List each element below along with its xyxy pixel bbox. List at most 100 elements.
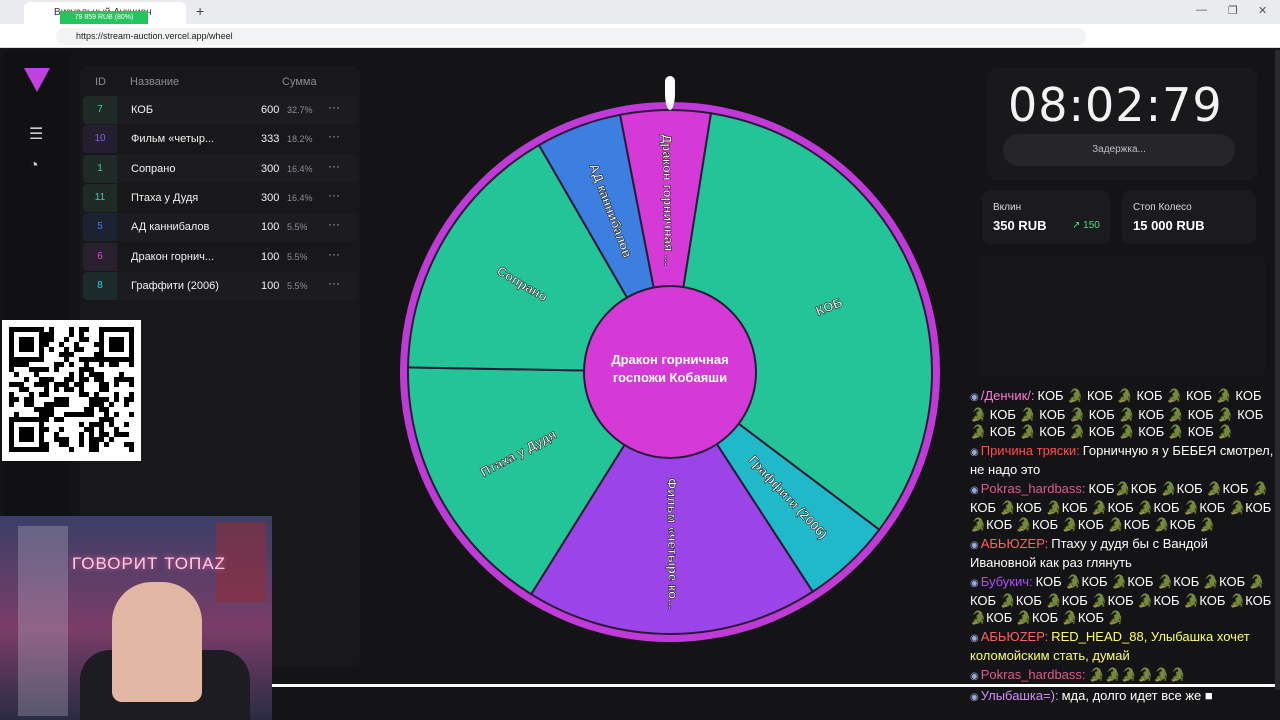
lot-row[interactable]: 8 Граффити (2006) 100 5.5% ··· (83, 271, 359, 300)
qr-module (54, 367, 59, 372)
qr-module (79, 392, 84, 397)
invested-label: Вклин (993, 202, 1022, 213)
lot-percent: 5.5% (287, 251, 308, 262)
minimize-icon[interactable]: — (1196, 4, 1207, 16)
qr-module (89, 442, 94, 447)
qr-module (49, 327, 54, 332)
qr-module (79, 377, 84, 382)
close-window-icon[interactable]: ✕ (1258, 4, 1267, 17)
qr-module (49, 332, 54, 337)
qr-module (29, 337, 34, 342)
qr-module (79, 357, 84, 362)
qr-module (94, 447, 99, 452)
lot-amount: 100 (261, 279, 280, 292)
page-scrollbar[interactable] (1275, 50, 1280, 690)
qr-module (29, 402, 34, 407)
prize-wheel[interactable]: Дракон горничная ...КОБГраффити (2006)Фи… (396, 98, 944, 646)
qr-module (99, 337, 104, 342)
qr-module (9, 392, 14, 397)
new-tab-button[interactable]: + (196, 3, 204, 19)
chat-badge-icon: ◉ (970, 692, 979, 703)
lot-row[interactable]: 11 Птаха у Дудя 300 16.4% ··· (83, 183, 359, 212)
more-options-icon[interactable]: ··· (328, 247, 340, 261)
lot-id: 1 (83, 154, 117, 183)
qr-module (9, 362, 14, 367)
stop-wheel-label: Стоп Колесо (1133, 202, 1192, 213)
qr-module (129, 327, 134, 332)
qr-module (79, 367, 84, 372)
qr-module (29, 327, 34, 332)
qr-module (129, 362, 134, 367)
lot-row[interactable]: 1 Сопрано 300 16.4% ··· (83, 154, 359, 183)
qr-module (99, 402, 104, 407)
more-options-icon[interactable]: ··· (328, 100, 340, 114)
more-options-icon[interactable]: ··· (328, 159, 340, 173)
more-options-icon[interactable]: ··· (328, 188, 340, 202)
qr-module (124, 402, 129, 407)
chat-message: ◉/Денчик/: КОБ 🐊 КОБ 🐊 КОБ 🐊 КОБ 🐊 КОБ 🐊 … (968, 386, 1280, 441)
lot-id: 10 (83, 125, 117, 154)
qr-module (89, 372, 94, 377)
qr-module (29, 447, 34, 452)
chat-username: АБЬЮZЕР: (980, 536, 1049, 551)
qr-module (99, 372, 104, 377)
qr-module (14, 382, 19, 387)
qr-module (44, 342, 49, 347)
qr-module (49, 347, 54, 352)
qr-module (49, 407, 54, 412)
qr-module (29, 432, 34, 437)
chat-badge-icon: ◉ (970, 485, 979, 496)
qr-module (89, 402, 94, 407)
maximize-icon[interactable]: ❐ (1228, 4, 1238, 17)
qr-module (104, 417, 109, 422)
more-options-icon[interactable]: ··· (328, 217, 340, 231)
qr-module (79, 337, 84, 342)
qr-module (9, 442, 14, 447)
qr-module (99, 332, 104, 337)
lot-amount: 333 (261, 133, 280, 146)
qr-module (79, 442, 84, 447)
qr-module (39, 447, 44, 452)
qr-module (74, 382, 79, 387)
qr-module (9, 447, 14, 452)
more-options-icon[interactable]: ··· (328, 129, 340, 143)
qr-module (99, 347, 104, 352)
qr-module (34, 372, 39, 377)
timer-display: 08:02:79 (1008, 78, 1223, 132)
qr-module (9, 382, 14, 387)
qr-module (24, 397, 29, 402)
qr-module (9, 402, 14, 407)
lot-amount: 100 (261, 250, 280, 263)
qr-module (109, 342, 114, 347)
chat-badge-icon: ◉ (970, 392, 979, 403)
wheel-view-icon[interactable]: ◔ (29, 157, 39, 175)
invested-card: Вклин 350 RUB ↗ 150 (982, 190, 1110, 244)
lot-row[interactable]: 6 Дракон горнич... 100 5.5% ··· (83, 242, 359, 271)
delay-button[interactable]: Задержка... (1003, 134, 1235, 166)
qr-module (39, 427, 44, 432)
qr-module (19, 417, 24, 422)
lot-amount: 300 (261, 162, 280, 175)
qr-module (99, 362, 104, 367)
qr-module (24, 387, 29, 392)
more-options-icon[interactable]: ··· (328, 276, 340, 290)
qr-module (84, 327, 89, 332)
app-logo-icon[interactable] (24, 68, 50, 92)
qr-module (44, 337, 49, 342)
wheel-pointer (665, 76, 675, 110)
lot-row[interactable]: 7 КОБ 600 32.7% ··· (83, 96, 359, 124)
qr-module (44, 447, 49, 452)
qr-module (39, 437, 44, 442)
lot-row[interactable]: 5 АД каннибалов 100 5.5% ··· (83, 213, 359, 242)
list-view-icon[interactable]: ☰ (29, 124, 43, 144)
qr-module (109, 417, 114, 422)
url-field[interactable]: https://stream-auction.vercel.app/wheel (56, 28, 1086, 45)
lot-row[interactable]: 10 Фильм «четыр... 333 18.2% ··· (83, 125, 359, 154)
chat-username: Бубукич: (980, 574, 1033, 589)
qr-module (19, 382, 24, 387)
lot-id: 7 (83, 96, 117, 124)
chat-message: ◉ Pokras_hardbass: 🐊🐊🐊🐊🐊🐊 (968, 665, 1280, 686)
qr-module (114, 337, 119, 342)
qr-module (89, 412, 94, 417)
qr-module (34, 447, 39, 452)
